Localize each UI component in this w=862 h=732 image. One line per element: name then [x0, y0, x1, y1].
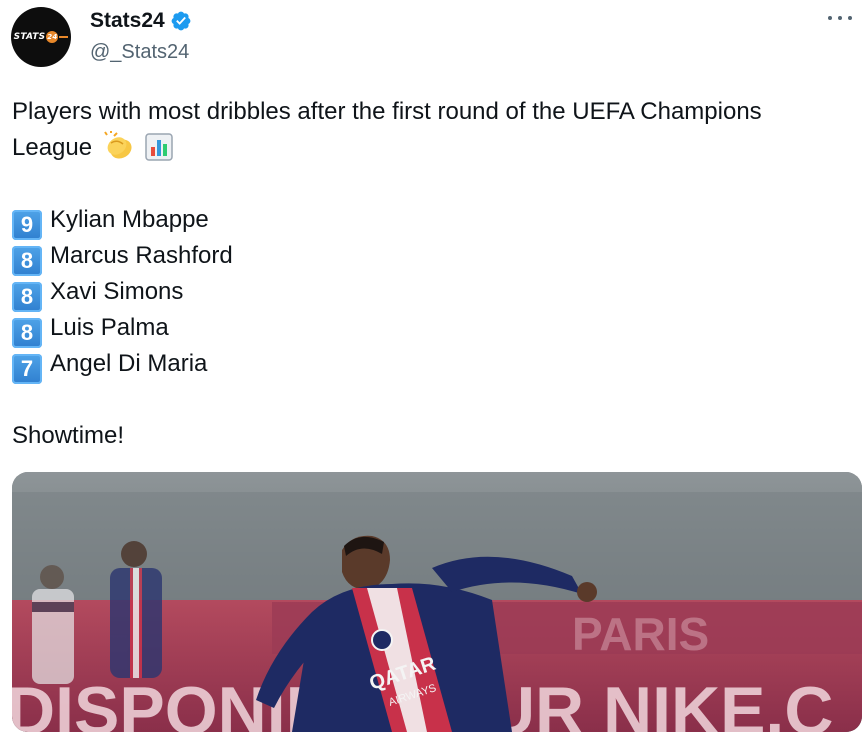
stats24-logo: STATS 24	[14, 31, 69, 43]
keycap-digit-icon: 9	[12, 210, 42, 240]
player-name: Angel Di Maria	[50, 350, 208, 377]
tweet-closing: Showtime!	[12, 422, 125, 449]
player-line: 8 Marcus Rashford	[12, 238, 852, 276]
avatar-logo-badge: 24	[46, 31, 59, 43]
player-line: 8 Xavi Simons	[12, 274, 852, 312]
avatar-logo-text: STATS	[13, 32, 46, 42]
player-name: Marcus Rashford	[50, 242, 233, 269]
player-line: 9 Kylian Mbappe	[12, 202, 852, 240]
more-dot	[828, 16, 832, 20]
player-line: 8 Luis Palma	[12, 310, 852, 348]
author-name-row: Stats24	[90, 9, 192, 33]
tweet-intro-cont-line: League	[12, 130, 852, 166]
keycap-digit-icon: 8	[12, 246, 42, 276]
tweet-media-photo[interactable]: PARIS DISPONIBLE SUR NIKE.C QATAR AIRWAY…	[12, 472, 862, 732]
author-handle[interactable]: @_Stats24	[90, 41, 189, 64]
tweet-intro-cont: League	[12, 134, 93, 161]
avatar-logo-tail	[59, 36, 69, 38]
keycap-digit-icon: 8	[12, 282, 42, 312]
keycap-digit-icon: 7	[12, 354, 42, 384]
tweet-text: Players with most dribbles after the fir…	[12, 94, 852, 454]
more-dot	[848, 16, 852, 20]
player-name: Xavi Simons	[50, 278, 184, 305]
tweet-intro: Players with most dribbles after the fir…	[12, 98, 762, 125]
football-photo: PARIS DISPONIBLE SUR NIKE.C QATAR AIRWAY…	[12, 472, 862, 732]
bar-chart-emoji-icon	[145, 133, 174, 161]
player-name: Luis Palma	[50, 314, 169, 341]
clapping-hands-emoji-icon	[103, 131, 132, 159]
verified-badge-icon	[171, 11, 191, 31]
more-dot	[838, 16, 842, 20]
player-name: Kylian Mbappe	[50, 206, 209, 233]
avatar[interactable]: STATS 24	[11, 7, 71, 67]
board-text-upper: PARIS	[572, 608, 709, 660]
author-display-name[interactable]: Stats24	[90, 9, 165, 33]
keycap-digit-icon: 8	[12, 318, 42, 348]
more-options-icon[interactable]	[828, 8, 852, 28]
player-line: 7 Angel Di Maria	[12, 346, 852, 384]
